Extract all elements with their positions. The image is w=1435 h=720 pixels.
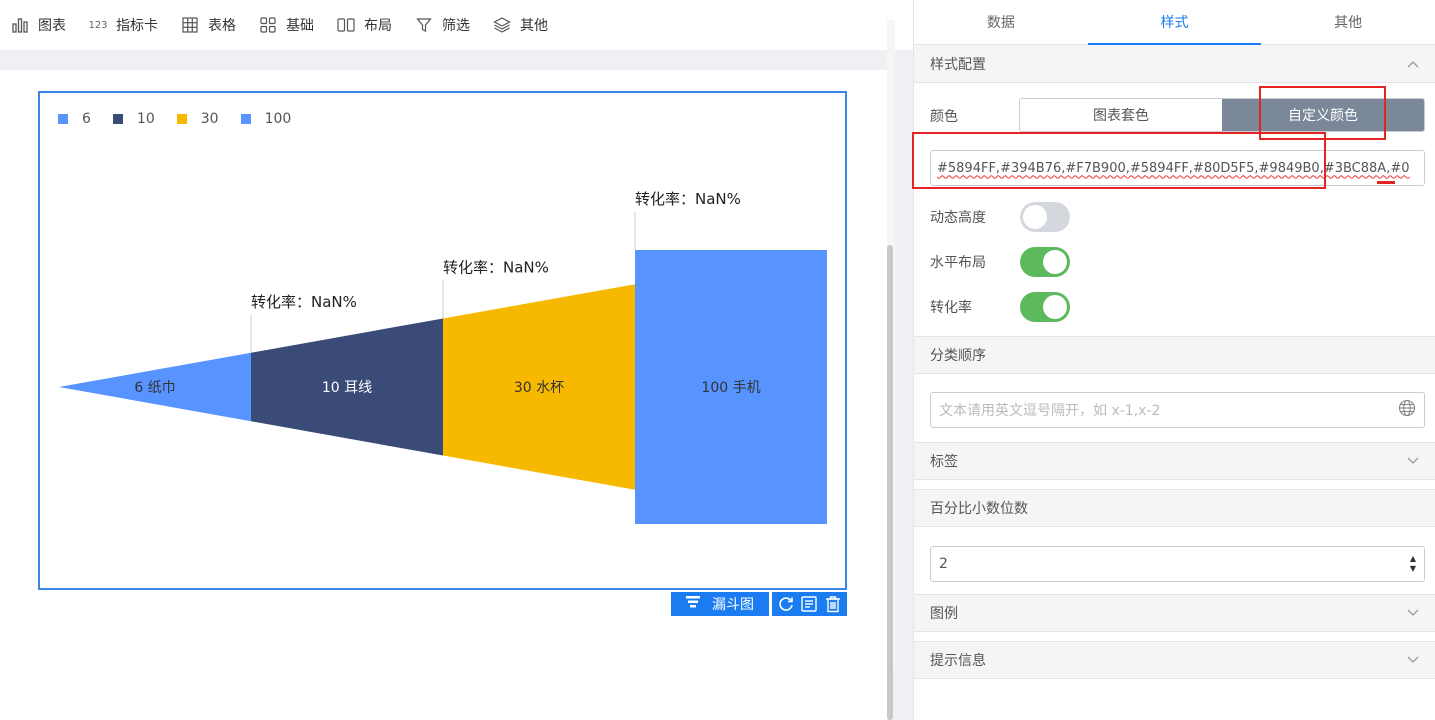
refresh-icon[interactable]	[777, 595, 795, 613]
category-order-input[interactable]: 文本请用英文逗号隔开，如 x-1,x-2	[930, 392, 1425, 428]
edit-icon[interactable]	[800, 595, 818, 613]
decimal-places-value: 2	[939, 556, 948, 572]
funnel-segment-label: 10 耳线	[322, 380, 372, 396]
label-section-title: 标签	[930, 454, 958, 470]
toggle-knob	[1043, 249, 1067, 274]
toggle-knob	[1043, 294, 1067, 319]
chevron-down-icon	[1407, 653, 1419, 667]
horizontal-layout-row: 水平布局	[930, 239, 1070, 284]
tab-data[interactable]: 数据	[914, 0, 1088, 44]
tooltip-section-header[interactable]: 提示信息	[914, 641, 1435, 679]
category-order-placeholder: 文本请用英文逗号隔开，如 x-1,x-2	[939, 403, 1161, 419]
color-label: 颜色	[930, 108, 958, 125]
conversion-rate-label: 转化率	[930, 299, 972, 316]
conversion-rate-row: 转化率	[930, 284, 1070, 329]
dynamic-height-toggle[interactable]	[1020, 201, 1070, 232]
toggle-knob	[1023, 204, 1047, 229]
number-spinner[interactable]: ▲ ▼	[1410, 554, 1416, 574]
spin-up-icon[interactable]: ▲	[1410, 554, 1416, 564]
funnel-segment-label: 100 手机	[701, 380, 760, 396]
panel-tabs: 数据 样式 其他	[914, 0, 1435, 45]
label-section-header[interactable]: 标签	[914, 442, 1435, 480]
chevron-down-icon	[1407, 454, 1419, 468]
horizontal-layout-label: 水平布局	[930, 254, 986, 271]
dynamic-height-label: 动态高度	[930, 209, 986, 226]
funnel-segment-label: 30 水杯	[514, 380, 564, 396]
color-option-preset[interactable]: 图表套色	[1020, 99, 1222, 131]
horizontal-layout-toggle[interactable]	[1020, 246, 1070, 277]
style-config-title: 样式配置	[930, 56, 986, 73]
chevron-up-icon	[1407, 57, 1419, 71]
category-order-title: 分类顺序	[930, 348, 986, 364]
legend-section-title: 图例	[930, 606, 958, 622]
globe-icon[interactable]	[1398, 399, 1416, 421]
conversion-rate-label: 转化率：NaN%	[635, 190, 741, 208]
highlight-box-color-input	[912, 132, 1326, 189]
funnel-segment-label: 6 纸巾	[134, 380, 175, 396]
chart-type-label: 漏斗图	[712, 597, 754, 613]
legend-section-header[interactable]: 图例	[914, 594, 1435, 632]
category-order-header[interactable]: 分类顺序	[914, 336, 1435, 374]
decimal-places-input[interactable]: 2 ▲ ▼	[930, 546, 1425, 582]
spin-down-icon[interactable]: ▼	[1410, 564, 1416, 574]
conversion-rate-toggle[interactable]	[1020, 291, 1070, 322]
funnel-icon	[686, 596, 700, 612]
decimal-section-header[interactable]: 百分比小数位数	[914, 489, 1435, 527]
tab-style[interactable]: 样式	[1087, 0, 1262, 45]
dynamic-height-row: 动态高度	[930, 194, 1070, 239]
highlight-mark	[1377, 181, 1395, 184]
tab-other[interactable]: 其他	[1261, 0, 1435, 44]
chevron-down-icon	[1407, 606, 1419, 620]
conversion-rate-label: 转化率：NaN%	[443, 259, 549, 277]
delete-icon[interactable]	[824, 595, 842, 613]
chart-type-tag[interactable]: 漏斗图	[671, 592, 769, 616]
chart-actions	[772, 592, 847, 616]
decimal-section-title: 百分比小数位数	[930, 501, 1028, 517]
conversion-rate-label: 转化率：NaN%	[251, 293, 357, 311]
tooltip-section-title: 提示信息	[930, 653, 986, 669]
style-config-header[interactable]: 样式配置	[914, 45, 1435, 83]
